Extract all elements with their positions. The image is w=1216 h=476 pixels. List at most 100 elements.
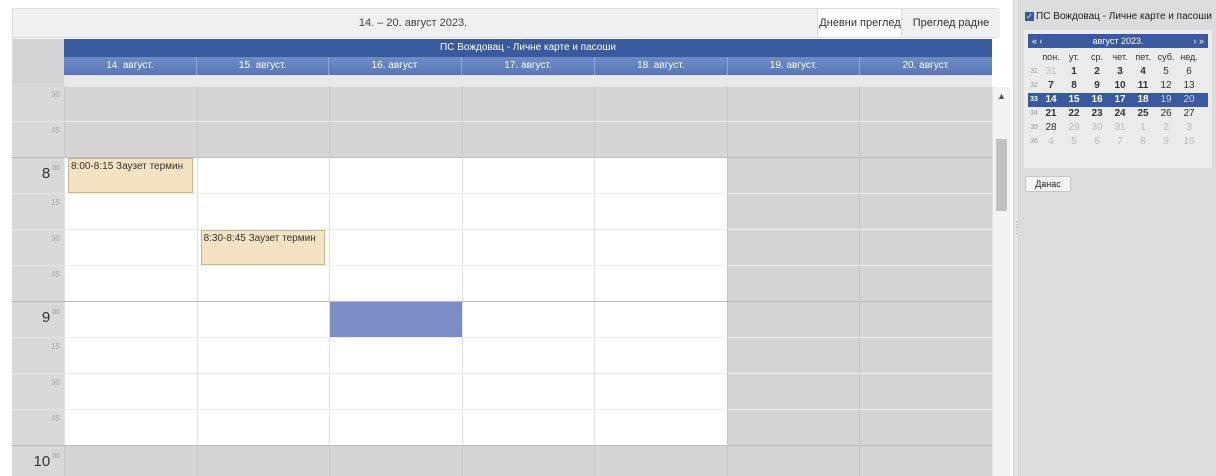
time-slot-cell[interactable]	[461, 121, 595, 157]
time-slot-cell[interactable]	[461, 193, 595, 229]
mini-day-cell[interactable]: 22	[1065, 107, 1083, 121]
time-slot-cell[interactable]	[594, 157, 727, 193]
time-slot-cell[interactable]	[594, 337, 727, 373]
time-slot-cell[interactable]	[329, 373, 462, 409]
mini-day-cell[interactable]: 13	[1180, 79, 1198, 93]
mini-day-cell[interactable]: 25	[1134, 107, 1152, 121]
mini-day-cell[interactable]: 10	[1180, 135, 1198, 149]
time-slot-cell[interactable]	[196, 87, 330, 121]
mini-prev-arrows-icon[interactable]: « ‹	[1032, 34, 1043, 48]
mini-day-cell[interactable]: 24	[1111, 107, 1129, 121]
time-slot-cell[interactable]	[726, 445, 860, 476]
day-view-button[interactable]: Дневни преглед	[817, 9, 902, 37]
time-slot-cell[interactable]	[859, 445, 992, 476]
mini-day-cell[interactable]: 27	[1180, 107, 1198, 121]
mini-day-cell[interactable]: 8	[1065, 79, 1083, 93]
mini-day-cell[interactable]: 17	[1111, 93, 1129, 107]
mini-day-cell[interactable]: 1	[1065, 65, 1083, 79]
mini-day-cell[interactable]: 4	[1042, 135, 1060, 149]
mini-day-cell[interactable]: 30	[1088, 121, 1106, 135]
time-slot-cell[interactable]	[859, 337, 992, 373]
mini-day-cell[interactable]: 3	[1180, 121, 1198, 135]
mini-day-cell[interactable]: 3	[1111, 65, 1129, 79]
week-number[interactable]: 36	[1028, 135, 1040, 149]
time-slot-cell[interactable]	[859, 121, 992, 157]
time-slot-cell[interactable]	[461, 229, 595, 265]
time-slot-cell[interactable]	[726, 337, 860, 373]
mini-day-cell[interactable]: 5	[1065, 135, 1083, 149]
week-row[interactable]: 35 28 29 30 31 1 2 3	[1028, 121, 1208, 135]
checkbox-checked-icon[interactable]: ✓	[1025, 11, 1034, 21]
vertical-scrollbar[interactable]: ▲	[992, 87, 1010, 476]
mini-day-cell[interactable]: 2	[1088, 65, 1106, 79]
time-slot-cell[interactable]	[726, 301, 860, 337]
time-slot-cell[interactable]	[594, 373, 727, 409]
time-slot-cell[interactable]	[859, 301, 992, 337]
time-slot-cell[interactable]	[196, 445, 330, 476]
time-slot-cell[interactable]	[329, 193, 462, 229]
appointment-event[interactable]: 8:30-8:45 Заузет термин	[200, 230, 326, 265]
day-header-16[interactable]: 16. август.	[328, 57, 461, 75]
time-slot-cell[interactable]	[726, 193, 860, 229]
time-slot-cell[interactable]	[64, 229, 197, 265]
mini-day-cell[interactable]: 15	[1065, 93, 1083, 107]
time-slot-cell[interactable]	[196, 193, 330, 229]
time-slot-cell[interactable]	[594, 121, 727, 157]
mini-day-cell[interactable]: 6	[1180, 65, 1198, 79]
time-slot-cell[interactable]	[64, 373, 197, 409]
time-slot-cell[interactable]	[594, 301, 727, 337]
mini-day-cell[interactable]: 12	[1157, 79, 1175, 93]
mini-next-arrows-icon[interactable]: › »	[1193, 34, 1204, 48]
week-row[interactable]: 34 21 22 23 24 25 26 27	[1028, 107, 1208, 121]
week-number[interactable]: 32	[1028, 79, 1040, 93]
time-slot-cell[interactable]	[196, 121, 330, 157]
day-header-19[interactable]: 19. август.	[726, 57, 860, 75]
mini-day-cell[interactable]: 26	[1157, 107, 1175, 121]
mini-day-cell[interactable]: 2	[1157, 121, 1175, 135]
mini-day-cell[interactable]: 28	[1042, 121, 1060, 135]
mini-day-cell[interactable]: 9	[1088, 79, 1106, 93]
week-row[interactable]: 36 4 5 6 7 8 9 10	[1028, 135, 1208, 149]
mini-day-cell[interactable]: 9	[1157, 135, 1175, 149]
time-slot-cell[interactable]	[196, 157, 330, 193]
time-slot-cell[interactable]	[859, 87, 992, 121]
time-slot-cell[interactable]	[196, 337, 330, 373]
mini-day-cell[interactable]: 20	[1180, 93, 1198, 107]
time-slot-cell[interactable]	[329, 265, 462, 301]
time-slot-cell[interactable]	[329, 157, 462, 193]
week-number[interactable]: 35	[1028, 121, 1040, 135]
mini-day-cell[interactable]: 16	[1088, 93, 1106, 107]
time-slot-cell[interactable]	[64, 337, 197, 373]
today-button[interactable]: Данас	[1025, 176, 1071, 192]
mini-day-cell[interactable]: 8	[1134, 135, 1152, 149]
time-slot-cell[interactable]	[726, 157, 860, 193]
time-slot-cell[interactable]	[329, 337, 462, 373]
time-slot-cell[interactable]	[859, 409, 992, 445]
time-slot-cell[interactable]	[859, 265, 992, 301]
time-slot-cell[interactable]	[196, 409, 330, 445]
week-number[interactable]: 31	[1028, 65, 1040, 79]
day-header-14[interactable]: 14. август.	[64, 57, 196, 75]
time-slot-cell[interactable]	[329, 121, 462, 157]
week-number[interactable]: 33	[1028, 93, 1040, 107]
time-slot-cell[interactable]	[461, 301, 595, 337]
mini-day-cell[interactable]: 1	[1134, 121, 1152, 135]
mini-day-cell[interactable]: 4	[1134, 65, 1152, 79]
mini-day-cell[interactable]: 11	[1134, 79, 1152, 93]
time-slot-cell[interactable]	[329, 229, 462, 265]
time-slot-cell[interactable]	[64, 265, 197, 301]
mini-day-cell[interactable]: 19	[1157, 93, 1175, 107]
time-slot-cell[interactable]	[461, 157, 595, 193]
time-slot-cell[interactable]	[726, 87, 860, 121]
time-slot-cell[interactable]	[461, 409, 595, 445]
mini-day-cell[interactable]: 6	[1088, 135, 1106, 149]
time-slot-cell[interactable]	[726, 229, 860, 265]
week-number[interactable]: 34	[1028, 107, 1040, 121]
time-slot-cell[interactable]	[594, 193, 727, 229]
time-slot-cell[interactable]	[196, 301, 330, 337]
time-slot-cell[interactable]	[594, 445, 727, 476]
time-slot-cell[interactable]	[196, 373, 330, 409]
time-slot-cell[interactable]	[859, 373, 992, 409]
mini-day-cell[interactable]: 29	[1065, 121, 1083, 135]
time-slot-cell[interactable]	[461, 337, 595, 373]
